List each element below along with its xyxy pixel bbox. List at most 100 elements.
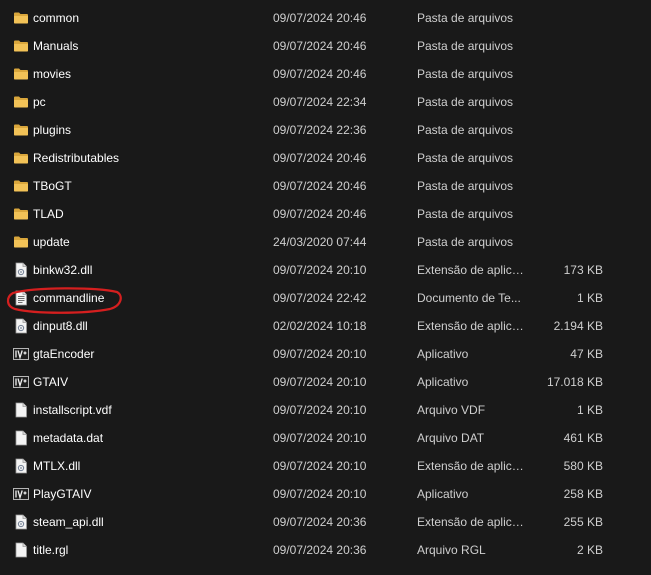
file-row-manuals[interactable]: Manuals 09/07/2024 20:46 Pasta de arquiv… xyxy=(0,32,651,60)
file-row-update[interactable]: update 24/03/2020 07:44 Pasta de arquivo… xyxy=(0,228,651,256)
file-row-mtlx-dll[interactable]: MTLX.dll 09/07/2024 20:10 Extensão de ap… xyxy=(0,452,651,480)
file-date-modified: 09/07/2024 20:46 xyxy=(273,67,367,81)
file-date-modified: 09/07/2024 20:10 xyxy=(273,375,367,389)
file-size: 461 KB xyxy=(563,431,603,445)
folder-icon xyxy=(13,38,29,54)
file-name: gtaEncoder xyxy=(33,347,95,361)
file-date-modified: 24/03/2020 07:44 xyxy=(273,235,367,249)
file-type: Pasta de arquivos xyxy=(417,151,514,165)
file-row-dinput8-dll[interactable]: dinput8.dll 02/02/2024 10:18 Extensão de… xyxy=(0,312,651,340)
file-date-modified: 09/07/2024 20:10 xyxy=(273,431,367,445)
file-date-modified: 09/07/2024 22:34 xyxy=(273,95,367,109)
folder-icon xyxy=(13,94,29,110)
file-size: 258 KB xyxy=(563,487,603,501)
file-size: 47 KB xyxy=(570,347,603,361)
dll-file-icon xyxy=(13,262,29,278)
file-type: Extensão de aplica... xyxy=(417,319,525,333)
file-name: plugins xyxy=(33,123,72,137)
file-row-gtaiv[interactable]: GTAIV 09/07/2024 20:10 Aplicativo 17.018… xyxy=(0,368,651,396)
file-type: Pasta de arquivos xyxy=(417,179,514,193)
text-document-icon xyxy=(13,290,29,306)
file-row-gtaencoder[interactable]: gtaEncoder 09/07/2024 20:10 Aplicativo 4… xyxy=(0,340,651,368)
file-name: Manuals xyxy=(33,39,79,53)
file-date-modified: 09/07/2024 20:46 xyxy=(273,179,367,193)
file-row-title-rgl[interactable]: title.rgl 09/07/2024 20:36 Arquivo RGL 2… xyxy=(0,536,651,564)
file-name: metadata.dat xyxy=(33,431,104,445)
file-row-steam-api-dll[interactable]: steam_api.dll 09/07/2024 20:36 Extensão … xyxy=(0,508,651,536)
file-size: 2.194 KB xyxy=(553,319,603,333)
file-type: Arquivo DAT xyxy=(417,431,485,445)
file-row-movies[interactable]: movies 09/07/2024 20:46 Pasta de arquivo… xyxy=(0,60,651,88)
file-type: Documento de Te... xyxy=(417,291,521,305)
file-list: common 09/07/2024 20:46 Pasta de arquivo… xyxy=(0,4,651,564)
file-name: movies xyxy=(33,67,72,81)
file-name: TLAD xyxy=(33,207,64,221)
file-date-modified: 09/07/2024 20:10 xyxy=(273,459,367,473)
file-name: MTLX.dll xyxy=(33,459,81,473)
dll-file-icon xyxy=(13,514,29,530)
file-row-metadata-dat[interactable]: metadata.dat 09/07/2024 20:10 Arquivo DA… xyxy=(0,424,651,452)
blank-file-icon xyxy=(13,542,29,558)
dll-file-icon xyxy=(13,318,29,334)
file-type: Pasta de arquivos xyxy=(417,39,514,53)
file-name: GTAIV xyxy=(33,375,69,389)
file-type: Pasta de arquivos xyxy=(417,67,514,81)
file-date-modified: 09/07/2024 20:46 xyxy=(273,11,367,25)
file-row-playgtaiv[interactable]: PlayGTAIV 09/07/2024 20:10 Aplicativo 25… xyxy=(0,480,651,508)
file-name: commandline xyxy=(33,291,105,305)
file-row-binkw32-dll[interactable]: binkw32.dll 09/07/2024 20:10 Extensão de… xyxy=(0,256,651,284)
file-type: Extensão de aplica... xyxy=(417,263,525,277)
file-size: 1 KB xyxy=(576,403,603,417)
file-date-modified: 09/07/2024 20:46 xyxy=(273,207,367,221)
folder-icon xyxy=(13,206,29,222)
file-type: Arquivo VDF xyxy=(417,403,486,417)
gtaiv-app-icon xyxy=(13,374,29,390)
file-date-modified: 09/07/2024 20:46 xyxy=(273,39,367,53)
file-type: Pasta de arquivos xyxy=(417,207,514,221)
file-type: Pasta de arquivos xyxy=(417,95,514,109)
dll-file-icon xyxy=(13,458,29,474)
file-row-tlad[interactable]: TLAD 09/07/2024 20:46 Pasta de arquivos xyxy=(0,200,651,228)
file-name: title.rgl xyxy=(33,543,69,557)
file-size: 2 KB xyxy=(576,543,603,557)
file-row-plugins[interactable]: plugins 09/07/2024 22:36 Pasta de arquiv… xyxy=(0,116,651,144)
folder-icon xyxy=(13,10,29,26)
file-name: PlayGTAIV xyxy=(33,487,92,501)
file-name: dinput8.dll xyxy=(33,319,88,333)
file-date-modified: 02/02/2024 10:18 xyxy=(273,319,367,333)
file-date-modified: 09/07/2024 20:10 xyxy=(273,347,367,361)
file-type: Pasta de arquivos xyxy=(417,235,514,249)
file-date-modified: 09/07/2024 20:10 xyxy=(273,403,367,417)
file-date-modified: 09/07/2024 22:36 xyxy=(273,123,367,137)
file-name: binkw32.dll xyxy=(33,263,93,277)
file-row-tbogt[interactable]: TBoGT 09/07/2024 20:46 Pasta de arquivos xyxy=(0,172,651,200)
file-row-installscript-vdf[interactable]: installscript.vdf 09/07/2024 20:10 Arqui… xyxy=(0,396,651,424)
file-size: 255 KB xyxy=(563,515,603,529)
folder-icon xyxy=(13,150,29,166)
file-row-pc[interactable]: pc 09/07/2024 22:34 Pasta de arquivos xyxy=(0,88,651,116)
file-row-common[interactable]: common 09/07/2024 20:46 Pasta de arquivo… xyxy=(0,4,651,32)
file-name: steam_api.dll xyxy=(33,515,104,529)
file-row-redistributables[interactable]: Redistributables 09/07/2024 20:46 Pasta … xyxy=(0,144,651,172)
gtaiv-app-icon xyxy=(13,346,29,362)
file-type: Pasta de arquivos xyxy=(417,123,514,137)
folder-icon xyxy=(13,66,29,82)
file-type: Aplicativo xyxy=(417,375,469,389)
file-date-modified: 09/07/2024 22:42 xyxy=(273,291,367,305)
file-date-modified: 09/07/2024 20:10 xyxy=(273,263,367,277)
file-date-modified: 09/07/2024 20:36 xyxy=(273,543,367,557)
file-size: 580 KB xyxy=(563,459,603,473)
file-type: Arquivo RGL xyxy=(417,543,486,557)
file-name: pc xyxy=(33,95,46,109)
file-size: 173 KB xyxy=(563,263,603,277)
file-name: Redistributables xyxy=(33,151,120,165)
file-name: TBoGT xyxy=(33,179,72,193)
file-size: 17.018 KB xyxy=(546,375,603,389)
file-name: update xyxy=(33,235,70,249)
blank-file-icon xyxy=(13,430,29,446)
file-date-modified: 09/07/2024 20:10 xyxy=(273,487,367,501)
folder-icon xyxy=(13,234,29,250)
file-row-commandline[interactable]: commandline 09/07/2024 22:42 Documento d… xyxy=(0,284,651,312)
folder-icon xyxy=(13,122,29,138)
file-type: Aplicativo xyxy=(417,487,469,501)
